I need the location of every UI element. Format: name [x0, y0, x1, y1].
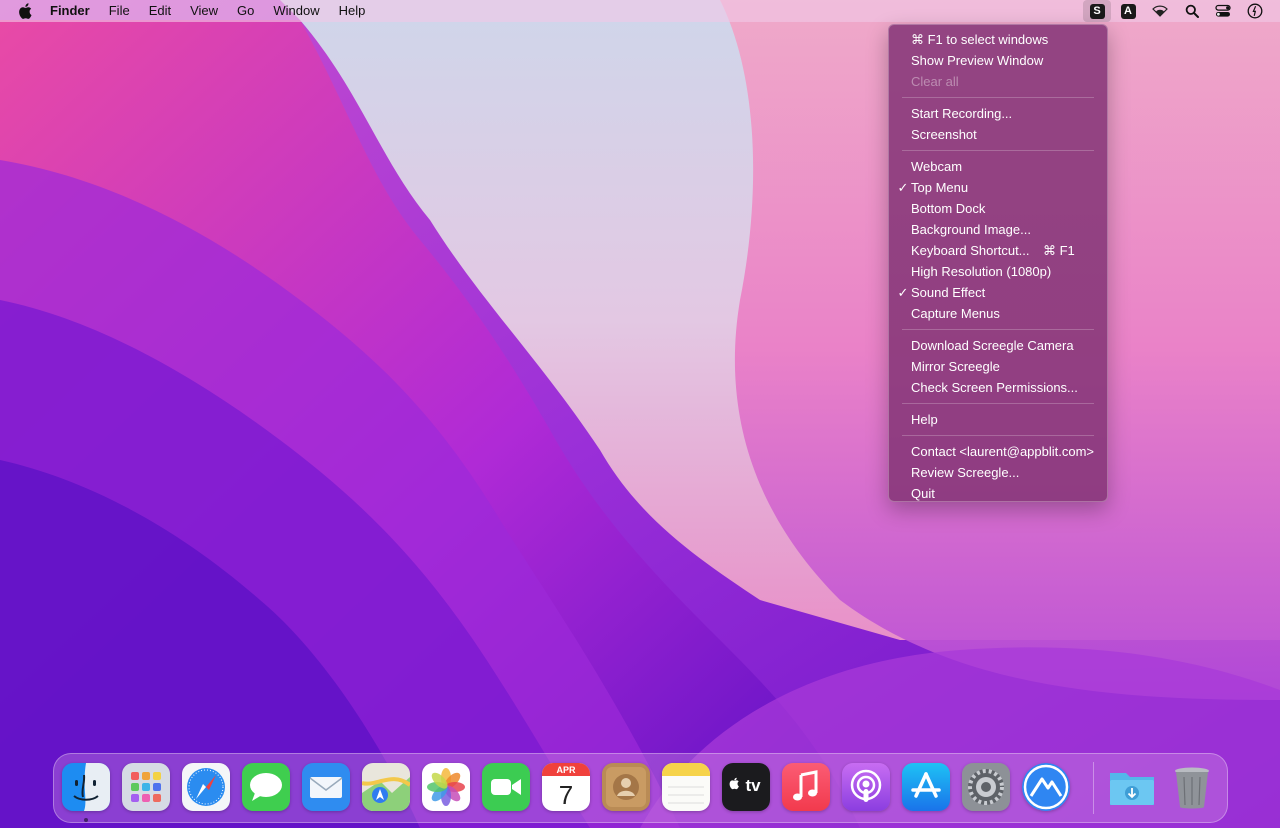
dock: APR 7 tv [53, 753, 1228, 823]
menu-item-help[interactable]: Help [889, 409, 1107, 430]
dock-separator [1093, 762, 1094, 814]
menu-item-label: Start Recording... [911, 106, 1013, 121]
menu-item-label: High Resolution (1080p) [911, 264, 1052, 279]
menu-item-capture-menus[interactable]: Capture Menus [889, 303, 1107, 324]
finder-icon[interactable] [62, 763, 110, 811]
apple-tv-label: tv [745, 776, 761, 795]
checkmark-icon: ✓ [897, 180, 909, 195]
menu-item-label: Bottom Dock [911, 201, 986, 216]
music-icon[interactable] [782, 763, 830, 811]
maps-icon[interactable] [362, 763, 410, 811]
menu-separator [902, 329, 1094, 330]
launchpad-icon[interactable] [122, 763, 170, 811]
siri-icon[interactable] [1244, 0, 1266, 22]
menu-item-label: Mirror Screegle [911, 359, 1000, 374]
menu-item-contact-laurent-appblit-com[interactable]: Contact <laurent@appblit.com> [889, 441, 1107, 462]
finder-running-indicator [84, 818, 88, 822]
menu-item-high-resolution-1080p[interactable]: High Resolution (1080p) [889, 261, 1107, 282]
system-preferences-icon[interactable] [962, 763, 1010, 811]
menu-item-label: Check Screen Permissions... [911, 380, 1078, 395]
menu-bar: Finder File Edit View Go Window Help S A [0, 0, 1280, 22]
menu-item-sound-effect[interactable]: ✓ Sound Effect [889, 282, 1107, 303]
menu-item-label: Keyboard Shortcut... [911, 243, 1030, 258]
menu-item-label: Contact <laurent@appblit.com> [911, 444, 1095, 459]
trash-icon[interactable] [1168, 763, 1216, 811]
menu-item-background-image[interactable]: Background Image... [889, 219, 1107, 240]
menu-item-start-recording[interactable]: Start Recording... [889, 103, 1107, 124]
menu-item-top-menu[interactable]: ✓ Top Menu [889, 177, 1107, 198]
calendar-icon[interactable]: APR 7 [542, 763, 590, 811]
menu-item-check-screen-permissions[interactable]: Check Screen Permissions... [889, 377, 1107, 398]
screegle-icon[interactable]: S [1083, 0, 1111, 22]
safari-icon[interactable] [182, 763, 230, 811]
control-center-icon[interactable] [1212, 0, 1234, 22]
menu-item-label: Review Screegle... [911, 465, 1020, 480]
menu-item-label: Clear all [911, 74, 959, 89]
menu-item-bottom-dock[interactable]: Bottom Dock [889, 198, 1107, 219]
apple-tv-icon[interactable]: tv [722, 763, 770, 811]
menu-separator [902, 403, 1094, 404]
text-input-icon[interactable]: A [1117, 0, 1139, 22]
menu-item-mirror-screegle[interactable]: Mirror Screegle [889, 356, 1107, 377]
downloads-folder-icon[interactable] [1108, 763, 1156, 811]
menu-go[interactable]: Go [237, 0, 254, 22]
menu-item-keyboard-shortcut[interactable]: Keyboard Shortcut... ⌘ F1 [889, 240, 1107, 261]
menu-item-webcam[interactable]: Webcam [889, 156, 1107, 177]
calendar-month: APR [556, 765, 576, 775]
menu-item-label: Quit [911, 486, 935, 501]
mail-icon[interactable] [302, 763, 350, 811]
menu-separator [902, 150, 1094, 151]
menu-item-show-preview-window[interactable]: Show Preview Window [889, 50, 1107, 71]
apple-menu-icon[interactable] [18, 3, 34, 19]
menu-item-download-screegle-camera[interactable]: Download Screegle Camera [889, 335, 1107, 356]
messages-icon[interactable] [242, 763, 290, 811]
facetime-icon[interactable] [482, 763, 530, 811]
menu-file[interactable]: File [109, 0, 130, 22]
keyboard-shortcut-label: ⌘ F1 [1043, 243, 1075, 258]
input-source-letter: A [1120, 3, 1136, 19]
checkmark-icon: ✓ [897, 285, 909, 300]
menu-separator [902, 97, 1094, 98]
menu-item-clear-all: Clear all [889, 71, 1107, 92]
menu-item-label: Top Menu [911, 180, 969, 195]
menu-edit[interactable]: Edit [149, 0, 171, 22]
spotlight-search-icon[interactable] [1181, 0, 1203, 22]
menu-separator [902, 435, 1094, 436]
app-store-icon[interactable] [902, 763, 950, 811]
status-bar: S A [1083, 0, 1280, 22]
menu-item-label: Webcam [911, 159, 963, 174]
notes-icon[interactable] [662, 763, 710, 811]
menu-item-screenshot[interactable]: Screenshot [889, 124, 1107, 145]
menu-window[interactable]: Window [273, 0, 319, 22]
menu-item-label: Capture Menus [911, 306, 1000, 321]
screegle-dropdown-menu: ⌘ F1 to select windows Show Preview Windo… [888, 24, 1108, 502]
menu-item-label: Background Image... [911, 222, 1031, 237]
menu-help[interactable]: Help [339, 0, 366, 22]
menu-item-f1-to-select-windows[interactable]: ⌘ F1 to select windows [889, 29, 1107, 50]
photos-icon[interactable] [422, 763, 470, 811]
screegle-app-icon[interactable] [1022, 763, 1070, 811]
menu-item-label: Help [911, 412, 938, 427]
menu-item-review-screegle[interactable]: Review Screegle... [889, 462, 1107, 483]
menu-item-label: Screenshot [911, 127, 977, 142]
podcasts-icon[interactable] [842, 763, 890, 811]
menu-item-label: Show Preview Window [911, 53, 1044, 68]
menu-item-label: Sound Effect [911, 285, 986, 300]
menu-item-quit[interactable]: Quit [889, 483, 1107, 504]
menu-item-label: Download Screegle Camera [911, 338, 1074, 353]
calendar-day: 7 [559, 780, 573, 810]
contacts-icon[interactable] [602, 763, 650, 811]
app-name-menu[interactable]: Finder [50, 0, 90, 22]
menu-view[interactable]: View [190, 0, 218, 22]
menu-item-label: ⌘ F1 to select windows [911, 32, 1049, 47]
screegle-letter: S [1089, 3, 1105, 19]
wifi-icon[interactable] [1149, 0, 1171, 22]
